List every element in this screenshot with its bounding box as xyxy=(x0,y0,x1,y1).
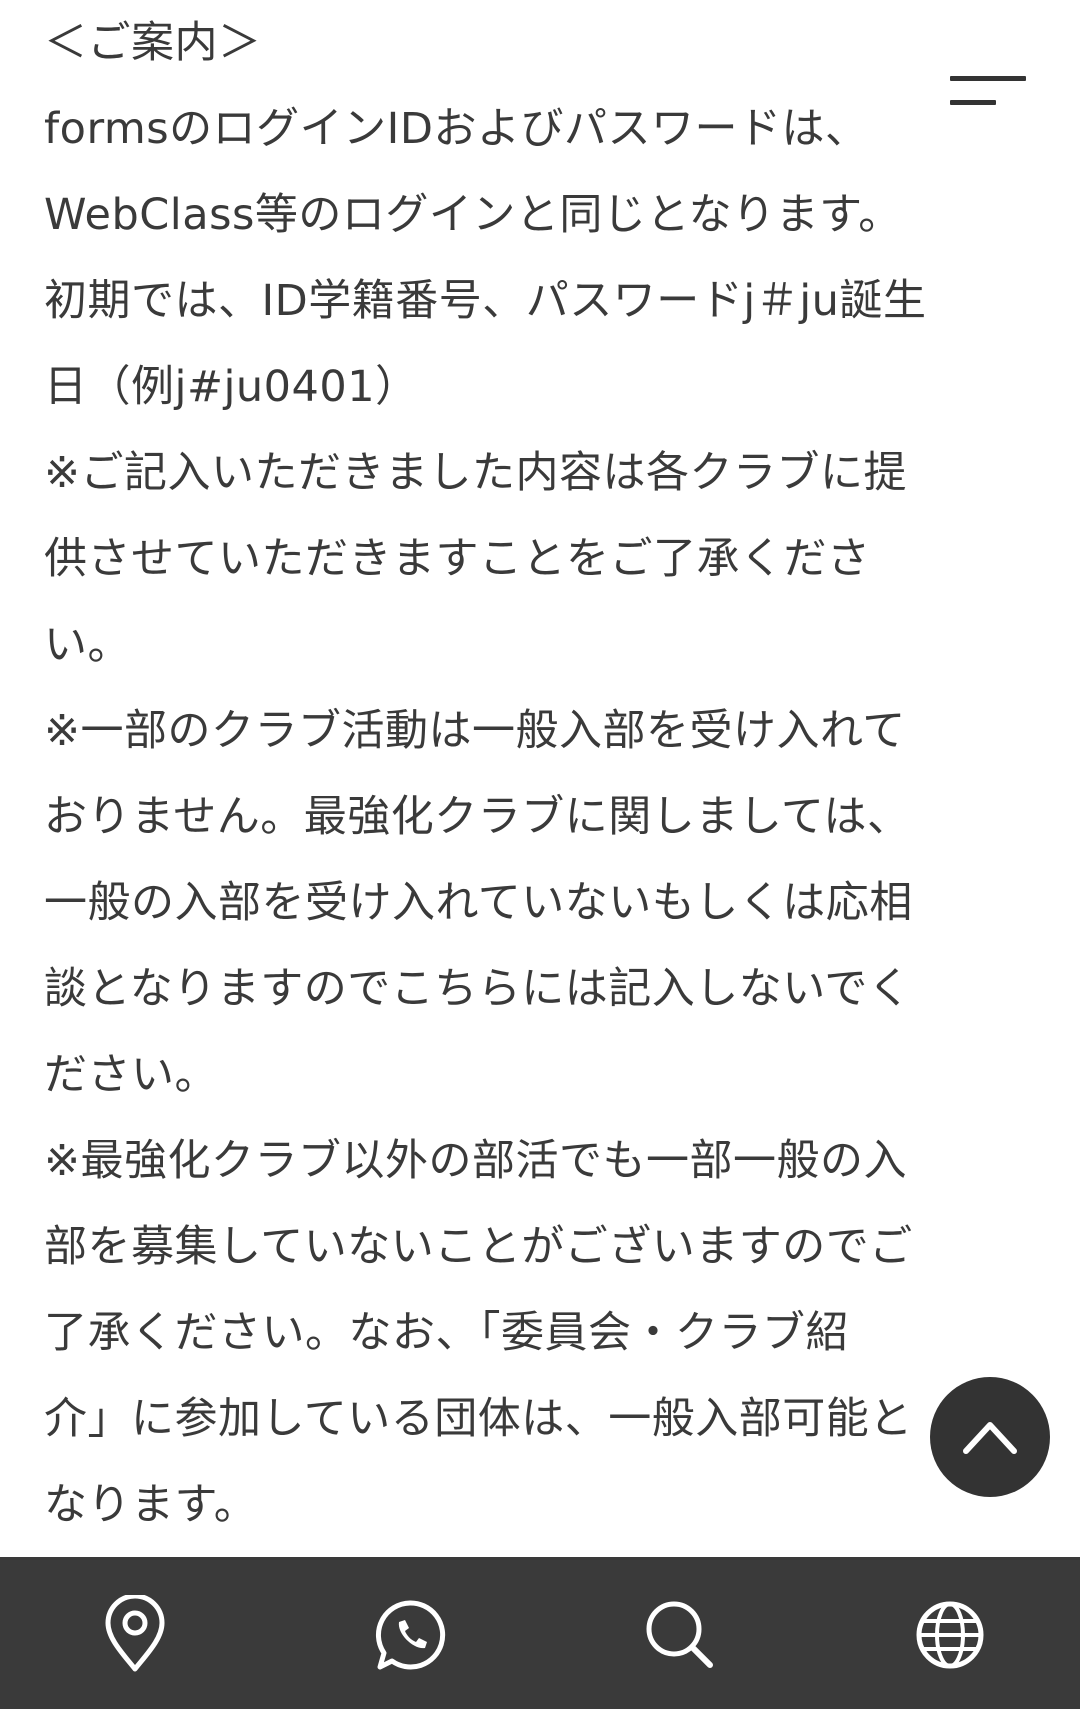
hamburger-menu-icon[interactable] xyxy=(948,72,1028,112)
globe-icon xyxy=(916,1601,984,1669)
nav-language-button[interactable] xyxy=(810,1557,1080,1709)
notice-line: ※ご記入いただきました内容は各クラブに提 xyxy=(44,448,908,498)
nav-contact-button[interactable] xyxy=(270,1557,540,1709)
notice-line: ※一部のクラブ活動は一般入部を受け入れて xyxy=(44,706,906,756)
notice-line: ださい。 xyxy=(44,1050,218,1100)
notice-heading: ＜ご案内＞ xyxy=(44,18,262,68)
notice-line: 了承ください。なお、「委員会・クラブ紹 xyxy=(44,1308,849,1358)
search-icon xyxy=(646,1601,713,1668)
menu-bar-bottom xyxy=(950,100,996,105)
notice-line: 介」に参加している団体は、一般入部可能と xyxy=(44,1394,913,1444)
notice-line: い。 xyxy=(44,620,131,670)
notice-line: おりません。最強化クラブに関しましては、 xyxy=(44,792,911,842)
notice-line: 供させていただきますことをご了承くださ xyxy=(44,534,871,584)
menu-bar-top xyxy=(950,76,1026,81)
phone-chat-icon xyxy=(375,1600,446,1670)
notice-line: なります。 xyxy=(44,1480,258,1530)
notice-line: 一般の入部を受け入れていないもしくは応相 xyxy=(44,878,913,928)
notice-line: 部を募集していないことがございますのでご xyxy=(44,1222,913,1272)
notice-line: 談となりますのでこちらには記入しないでく xyxy=(44,964,912,1014)
notice-line: ※最強化クラブ以外の部活でも一部一般の入 xyxy=(44,1136,908,1186)
map-pin-icon xyxy=(105,1595,165,1672)
notice-line: formsのログインIDおよびパスワードは、 xyxy=(44,104,869,154)
scroll-to-top-button[interactable] xyxy=(930,1377,1050,1497)
notice-line: WebClass等のログインと同じとなります。 xyxy=(44,190,902,240)
nav-search-button[interactable] xyxy=(540,1557,810,1709)
notice-line: 日（例j#ju0401） xyxy=(44,362,419,412)
notice-line: 初期では、ID学籍番号、パスワードj＃ju誕生 xyxy=(44,276,927,326)
chevron-up-icon xyxy=(963,1422,1017,1454)
notice-content: ＜ご案内＞ formsのログインIDおよびパスワードは、 WebClass等のロ… xyxy=(44,0,1024,1548)
bottom-navigation-bar xyxy=(0,1557,1080,1709)
nav-access-button[interactable] xyxy=(0,1557,270,1709)
